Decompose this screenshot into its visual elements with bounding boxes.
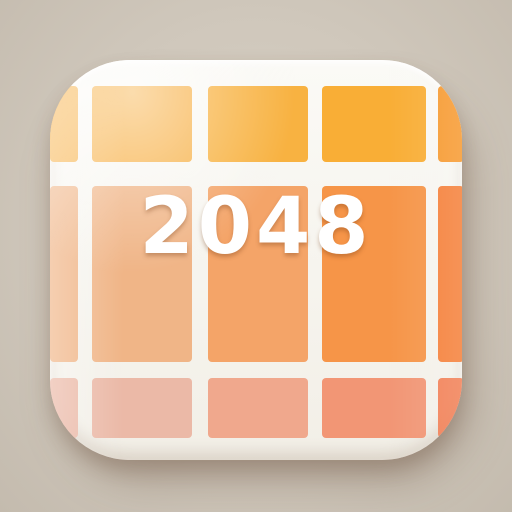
grid-tile bbox=[92, 378, 192, 438]
grid-tile bbox=[50, 86, 78, 162]
grid-tile bbox=[438, 86, 462, 162]
app-icon-2048[interactable]: 2048 bbox=[50, 60, 462, 460]
grid-tile bbox=[322, 86, 426, 162]
grid-tile bbox=[92, 86, 192, 162]
grid-tile bbox=[208, 378, 308, 438]
grid-tile bbox=[322, 378, 426, 438]
grid-tile bbox=[50, 378, 78, 438]
game-title: 2048 bbox=[139, 182, 373, 272]
grid-tile bbox=[208, 86, 308, 162]
grid-tile bbox=[438, 378, 462, 438]
